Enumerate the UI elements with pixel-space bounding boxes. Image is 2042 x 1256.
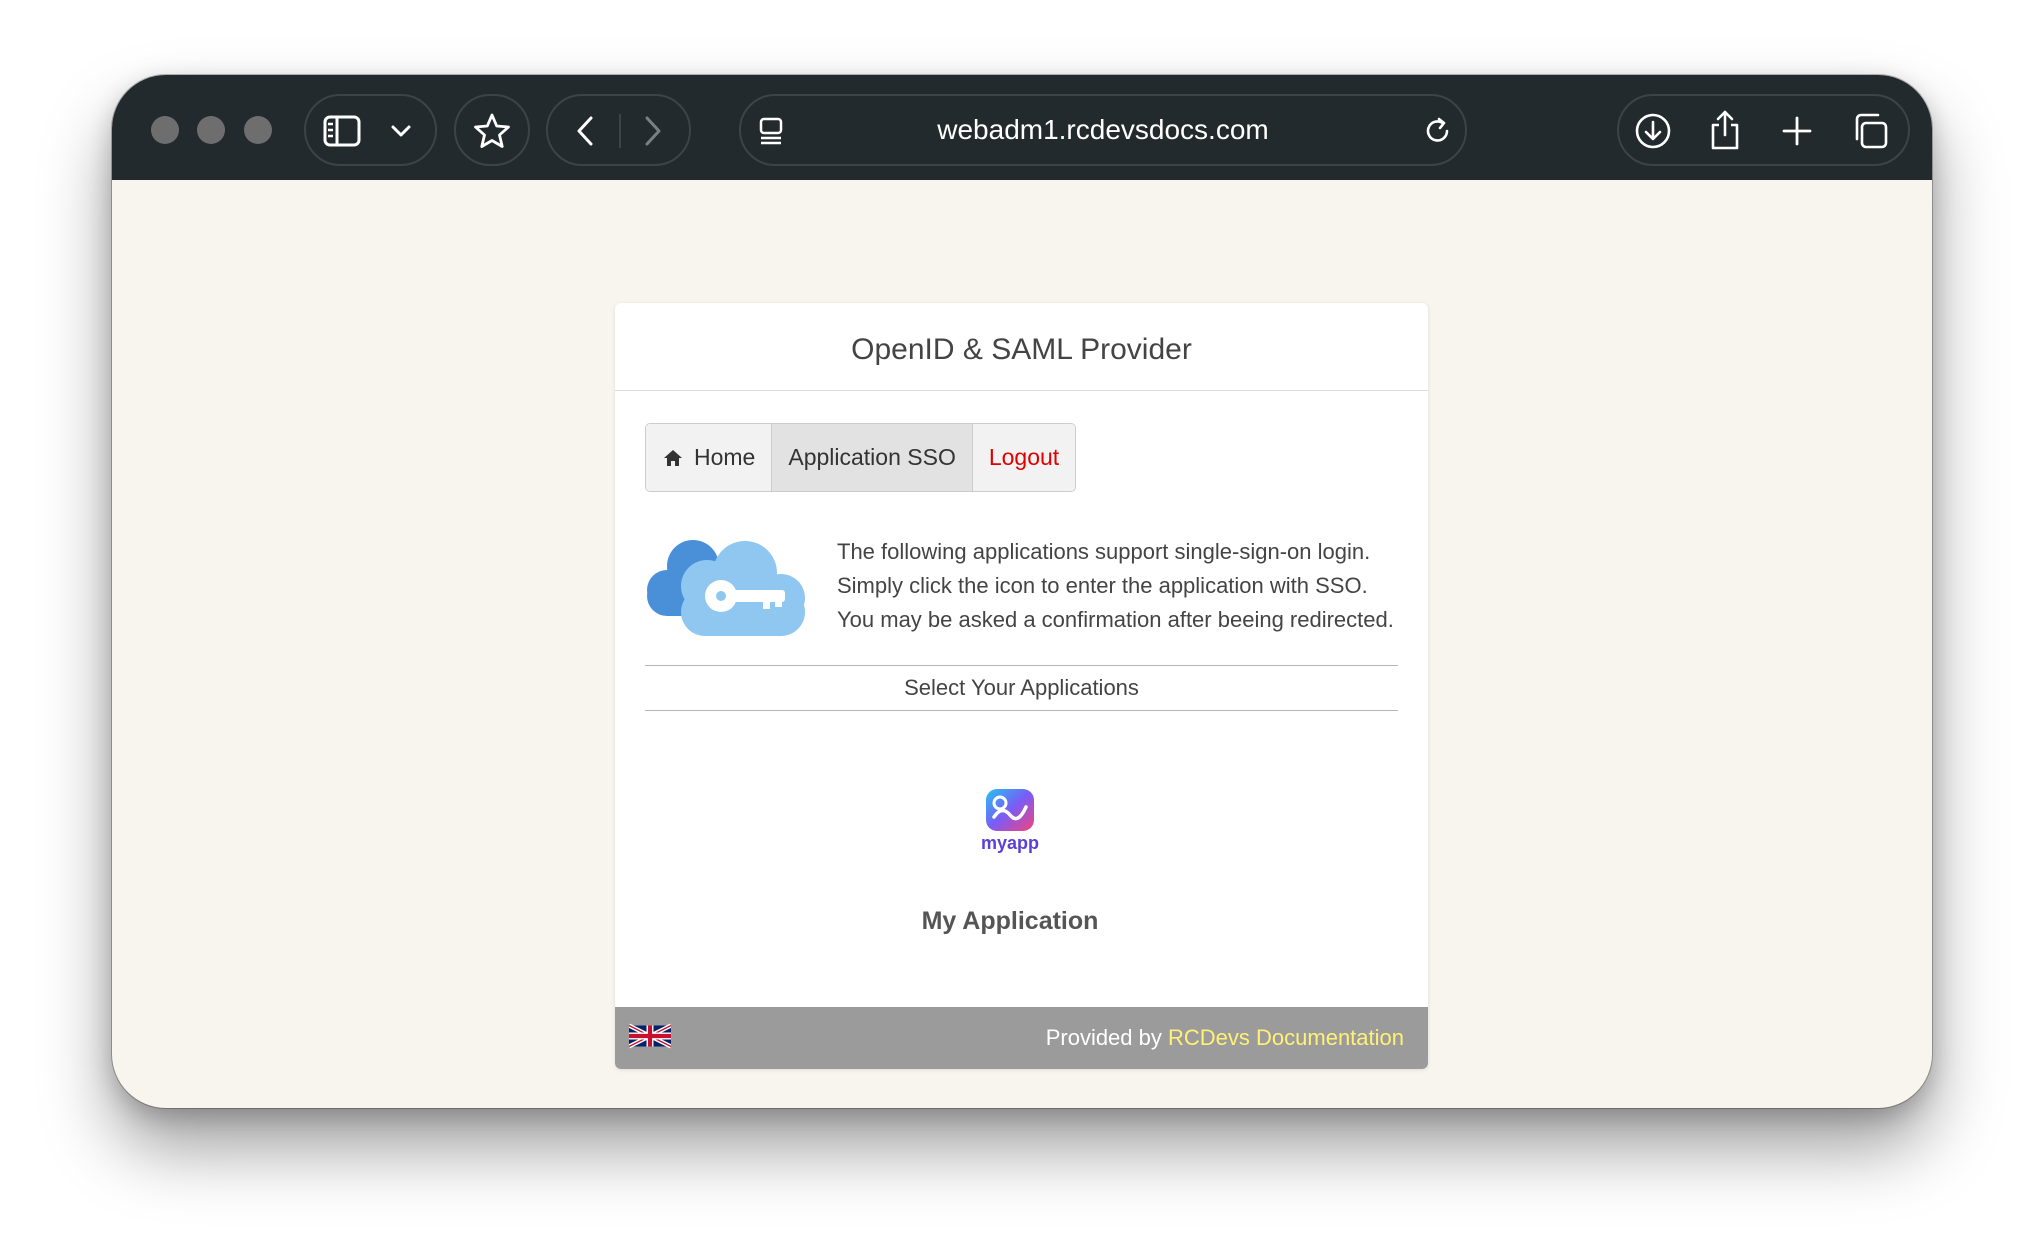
zoom-window-button[interactable] — [244, 116, 272, 144]
browser-window: webadm1.rcdevsdocs.com OpenID & SAML Pro… — [112, 75, 1932, 1108]
nav-home-button[interactable]: Home — [646, 424, 773, 491]
home-icon — [662, 448, 684, 468]
nav-home-label: Home — [694, 444, 756, 470]
back-icon[interactable] — [570, 113, 600, 149]
sidebar-icon[interactable] — [322, 113, 362, 149]
intro-line: The following applications support singl… — [837, 539, 1371, 564]
app-name[interactable]: My Application — [815, 907, 1205, 936]
minimize-window-button[interactable] — [197, 116, 225, 144]
nav-logout-button[interactable]: Logout — [972, 424, 1076, 491]
share-icon[interactable] — [1705, 108, 1745, 152]
chevron-down-icon[interactable] — [388, 118, 414, 144]
nav-application-sso-button[interactable]: Application SSO — [772, 424, 973, 491]
close-window-button[interactable] — [151, 116, 179, 144]
page-title: OpenID & SAML Provider — [615, 303, 1428, 391]
panel-footer: Provided by RCDevs Documentation — [615, 1007, 1428, 1069]
intro-line: Simply click the icon to enter the appli… — [837, 573, 1368, 598]
plus-icon[interactable] — [1779, 113, 1815, 149]
forward-icon[interactable] — [638, 113, 668, 149]
cloud-key-icon — [645, 528, 807, 638]
sidebar-toggle-group — [304, 94, 437, 166]
url-text[interactable]: webadm1.rcdevsdocs.com — [741, 96, 1465, 164]
history-navigation — [546, 94, 691, 166]
nav-bar: Home Application SSO Logout — [645, 423, 1077, 492]
footer-provided-by: Provided by — [1045, 1025, 1162, 1050]
myapp-logo-text: myapp — [980, 833, 1040, 853]
footer-text: Provided by RCDevs Documentation — [1046, 1007, 1404, 1069]
address-bar[interactable]: webadm1.rcdevsdocs.com — [739, 94, 1467, 166]
bookmark-button[interactable] — [454, 94, 530, 166]
rcdevs-documentation-link[interactable]: RCDevs Documentation — [1168, 1025, 1404, 1050]
uk-flag-icon[interactable] — [628, 1021, 672, 1051]
tabs-icon[interactable] — [1849, 111, 1891, 151]
toolbar-actions — [1617, 94, 1910, 166]
reload-icon[interactable] — [1421, 114, 1455, 148]
download-icon[interactable] — [1633, 111, 1673, 151]
intro-line: You may be asked a confirmation after be… — [837, 607, 1394, 632]
browser-toolbar: webadm1.rcdevsdocs.com — [112, 75, 1932, 180]
page-content: OpenID & SAML Provider Home Application … — [112, 180, 1932, 1108]
provider-panel: OpenID & SAML Provider Home Application … — [615, 303, 1428, 1069]
intro-text: The following applications support singl… — [837, 535, 1417, 637]
star-icon — [472, 111, 512, 151]
section-title: Select Your Applications — [645, 665, 1398, 711]
